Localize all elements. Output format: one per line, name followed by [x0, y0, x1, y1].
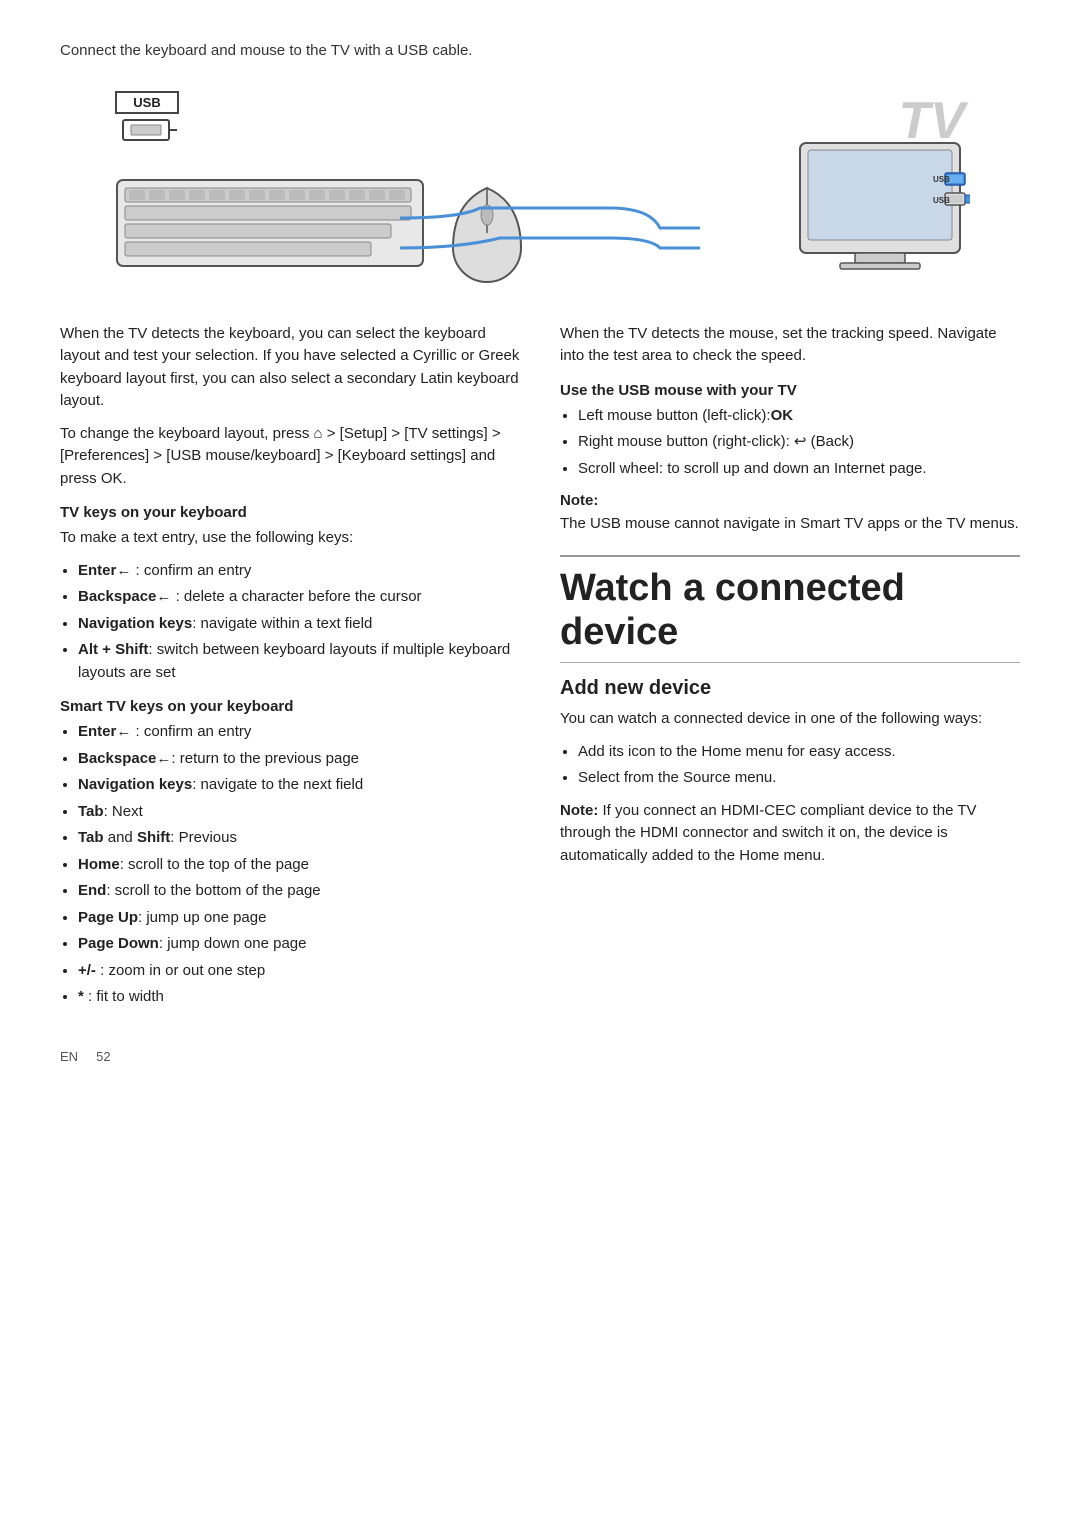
list-item: Add its icon to the Home menu for easy a… — [578, 741, 1020, 764]
tv-diagram: USB USB — [770, 138, 970, 292]
usb-label: USB — [115, 91, 179, 114]
list-item: +/- : zoom in or out one step — [78, 960, 520, 983]
note2-heading: Note: — [560, 802, 598, 819]
note1-heading: Note: — [560, 492, 598, 509]
key-plusminus: +/- — [78, 962, 96, 979]
left-column: When the TV detects the keyboard, you ca… — [60, 323, 520, 1019]
left-para2: To change the keyboard layout, press ⌂ >… — [60, 423, 520, 491]
usb-mouse-list: Left mouse button (left-click):OK Right … — [578, 405, 1020, 481]
key-pagedown: Page Down — [78, 935, 159, 952]
key-alt-shift: Alt + Shift — [78, 641, 148, 658]
list-item: Left mouse button (left-click):OK — [578, 405, 1020, 428]
list-item: Tab and Shift: Previous — [78, 827, 520, 850]
list-item: Select from the Source menu. — [578, 767, 1020, 790]
tv-keys-list: Enter← : confirm an entry Backspace← : d… — [78, 560, 520, 685]
tv-keys-intro: To make a text entry, use the following … — [60, 527, 520, 550]
tv-keys-heading: TV keys on your keyboard — [60, 504, 520, 521]
add-new-device-heading: Add new device — [560, 677, 1020, 700]
usb-label-box: USB — [115, 91, 179, 152]
key-enter2: Enter← — [78, 723, 131, 740]
svg-text:USB: USB — [933, 196, 950, 205]
list-item: Navigation keys: navigate to the next fi… — [78, 774, 520, 797]
note2-text-content: If you connect an HDMI-CEC compliant dev… — [560, 802, 977, 864]
cable-svg — [400, 198, 710, 278]
key-tab: Tab — [78, 803, 104, 820]
key-pageup: Page Up — [78, 909, 138, 926]
svg-text:USB: USB — [933, 175, 950, 184]
key-end: End — [78, 882, 106, 899]
list-item: Tab: Next — [78, 801, 520, 824]
home-icon: ⌂ — [314, 425, 323, 442]
footer-lang: EN — [60, 1049, 78, 1064]
key-enter: Enter← — [78, 562, 131, 579]
right-para1: When the TV detects the mouse, set the t… — [560, 323, 1020, 368]
watch-connected-heading: Watch a connected device — [560, 567, 1020, 654]
list-item: Enter← : confirm an entry — [78, 721, 520, 744]
smart-tv-keys-list: Enter← : confirm an entry Backspace←: re… — [78, 721, 520, 1009]
keyboard-diagram — [115, 178, 425, 272]
list-item: Backspace← : delete a character before t… — [78, 586, 520, 609]
note2: Note: If you connect an HDMI-CEC complia… — [560, 800, 1020, 868]
left-para2-prefix: To change the keyboard layout, press — [60, 425, 314, 442]
list-item: End: scroll to the bottom of the page — [78, 880, 520, 903]
divider1 — [560, 555, 1020, 557]
key-home: Home — [78, 856, 120, 873]
main-columns: When the TV detects the keyboard, you ca… — [60, 323, 1020, 1019]
add-new-list: Add its icon to the Home menu for easy a… — [578, 741, 1020, 790]
intro-text: Connect the keyboard and mouse to the TV… — [60, 40, 1020, 63]
footer: EN 52 — [60, 1049, 1020, 1064]
usb-mouse-heading: Use the USB mouse with your TV — [560, 382, 1020, 399]
list-item: Scroll wheel: to scroll up and down an I… — [578, 458, 1020, 481]
tv-svg: USB USB — [770, 138, 970, 288]
usb-plug-svg — [115, 116, 177, 152]
list-item: Right mouse button (right-click): ↩ (Bac… — [578, 431, 1020, 454]
key-tab2: Tab — [78, 829, 104, 846]
keyboard-svg — [115, 178, 425, 268]
diagram-area: USB — [60, 83, 1020, 293]
key-nav: Navigation keys — [78, 615, 192, 632]
key-nav2: Navigation keys — [78, 776, 192, 793]
key-backspace: Backspace← — [78, 588, 171, 605]
list-item: Page Down: jump down one page — [78, 933, 520, 956]
key-backspace2: Backspace← — [78, 750, 171, 767]
smart-tv-keys-heading: Smart TV keys on your keyboard — [60, 698, 520, 715]
note1-text: The USB mouse cannot navigate in Smart T… — [560, 515, 1019, 532]
list-item: Alt + Shift: switch between keyboard lay… — [78, 639, 520, 684]
list-item: Navigation keys: navigate within a text … — [78, 613, 520, 636]
ok-label: OK — [771, 407, 794, 424]
list-item: Page Up: jump up one page — [78, 907, 520, 930]
list-item: * : fit to width — [78, 986, 520, 1009]
divider2 — [560, 662, 1020, 663]
list-item: Enter← : confirm an entry — [78, 560, 520, 583]
key-shift: Shift — [137, 829, 170, 846]
add-new-para: You can watch a connected device in one … — [560, 708, 1020, 731]
left-para1: When the TV detects the keyboard, you ca… — [60, 323, 520, 413]
list-item: Home: scroll to the top of the page — [78, 854, 520, 877]
note1: Note: The USB mouse cannot navigate in S… — [560, 490, 1020, 535]
right-column: When the TV detects the mouse, set the t… — [560, 323, 1020, 1019]
list-item: Backspace←: return to the previous page — [78, 748, 520, 771]
footer-page: 52 — [96, 1049, 110, 1064]
